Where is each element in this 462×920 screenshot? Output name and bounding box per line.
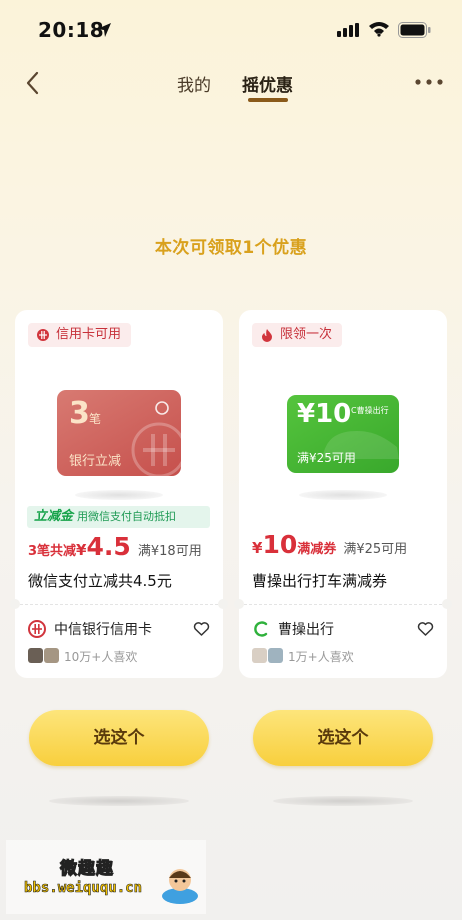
select-button-right[interactable]: 选这个 [253,710,433,766]
signal-icon [337,23,359,37]
citic-bank-icon [28,620,46,638]
citic-watermark-icon [131,422,181,476]
select-button-left[interactable]: 选这个 [29,710,209,766]
flame-icon [262,329,272,342]
wechat-pay-strip: 立减金 用微信支付自动抵扣 [27,506,210,528]
divider [15,604,223,605]
active-tab-underline [248,98,288,102]
coupon-image-brand-text: 曹操出行 [356,406,389,415]
mascot-icon [162,869,198,904]
caocao-logo-icon [254,621,268,637]
likes-count: 1万+人喜欢 [288,650,354,664]
watermark-title: 微趣趣 [60,859,114,880]
wechat-strip-text: 用微信支付自动抵扣 [77,510,177,523]
ticket-notch [10,599,20,609]
coupon-tag-label: 限领一次 [280,327,333,342]
coupon-image: 3 笔 银行立减 [57,390,181,476]
price-prefix: 3笔共减 [28,544,77,559]
avatar [28,648,43,663]
wechat-strip-brand: 立减金 [34,509,74,524]
ticket-notch [218,599,228,609]
coupon-image-caption: 银行立减 [69,454,122,469]
heart-icon[interactable] [417,621,434,637]
merchant-row: 曹操出行 [252,619,434,639]
avatar [252,648,267,663]
price-symbol: ¥ [252,539,263,557]
price-row: 3笔共减¥4.5 满¥18可用 [28,532,218,561]
ticket-notch [442,599,452,609]
location-arrow-icon [97,23,111,37]
status-bar: 20:18 [0,0,462,60]
likes-count: 10万+人喜欢 [64,650,138,664]
tab-mine[interactable]: 我的 [177,71,211,96]
coupon-title: 曹操出行打车满减券 [252,572,388,590]
coupon-card-caocao[interactable]: 限领一次 ¥10 C曹操出行 满¥25可用 ¥10满减券 满¥25可用 曹操出行… [234,310,452,678]
price-row: ¥10满减券 满¥25可用 [252,530,442,559]
more-dots-icon[interactable] [414,75,444,89]
coupon-tag-label: 信用卡可用 [56,327,122,342]
watermark-url: bbs.weiququ.cn [24,880,143,897]
coupon-image-shadow [299,490,387,500]
merchant-name: 中信银行信用卡 [54,622,152,638]
price-condition: 满¥18可用 [137,544,202,559]
price-condition: 满¥25可用 [343,542,408,557]
merchant-name: 曹操出行 [278,622,334,638]
price-amount: 10 [262,530,298,559]
coupon-title: 微信支付立减共4.5元 [28,572,172,590]
offer-count-headline: 本次可领取1个优惠 [154,238,308,258]
status-time: 20:18 [38,18,105,42]
card-chip-icon [155,401,169,415]
divider [239,604,447,605]
button-shadow [49,796,189,806]
coupon-image-unit: 笔 [89,412,102,426]
price-amount: 4.5 [86,532,131,561]
button-shadow [273,796,413,806]
coupon-tag: 限领一次 [252,323,343,347]
tab-shake-offers[interactable]: 摇优惠 [242,71,293,96]
ticket-notch [234,599,244,609]
coupon-image-amount: ¥10 [297,399,352,429]
coupon-image: ¥10 C曹操出行 满¥25可用 [287,395,399,473]
coupon-image-count: 3 [69,396,90,431]
coupon-image-shadow [75,490,163,500]
back-chevron-icon[interactable] [22,68,46,98]
citic-bank-icon [37,329,49,341]
avatar [44,648,59,663]
coupon-tag: 信用卡可用 [28,323,132,347]
site-watermark: 微趣趣 bbs.weiququ.cn [6,840,206,914]
coupon-card-citic[interactable]: 信用卡可用 3 笔 银行立减 立减金 用微信支付自动抵扣 3笔共减¥4.5 满¥1… [10,310,228,678]
merchant-row: 中信银行信用卡 [28,619,210,639]
price-type: 满减券 [297,542,337,557]
price-symbol: ¥ [76,541,87,559]
top-nav: 我的 摇优惠 [0,60,462,108]
coupon-image-brand: C曹操出行 [351,406,389,415]
coupon-image-caption: 满¥25可用 [297,451,356,465]
battery-icon [398,22,431,38]
heart-icon[interactable] [193,621,210,637]
avatar [268,648,283,663]
wifi-icon [369,22,389,37]
